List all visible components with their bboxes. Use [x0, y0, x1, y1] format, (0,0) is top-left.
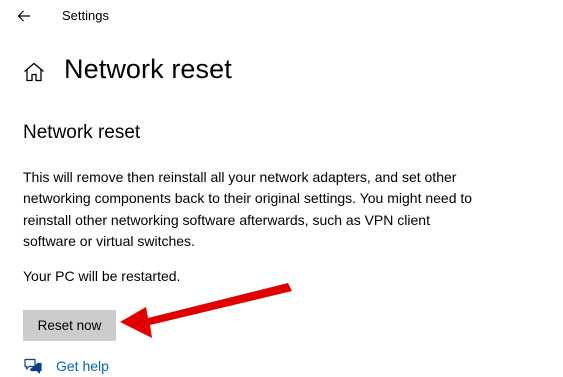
home-icon[interactable] — [23, 62, 45, 82]
section-heading: Network reset — [23, 122, 141, 143]
reset-description: This will remove then reinstall all your… — [23, 169, 473, 250]
get-help-label: Get help — [56, 358, 109, 374]
restart-note: Your PC will be restarted. — [23, 268, 181, 284]
back-button[interactable] — [12, 5, 36, 27]
back-arrow-icon — [17, 10, 30, 22]
reset-now-button[interactable]: Reset now — [23, 310, 116, 341]
title-bar: Settings — [0, 0, 563, 32]
help-chat-icon — [24, 358, 42, 374]
get-help-link[interactable]: Get help — [23, 356, 109, 376]
window-title: Settings — [62, 8, 109, 23]
page-title: Network reset — [64, 54, 232, 84]
